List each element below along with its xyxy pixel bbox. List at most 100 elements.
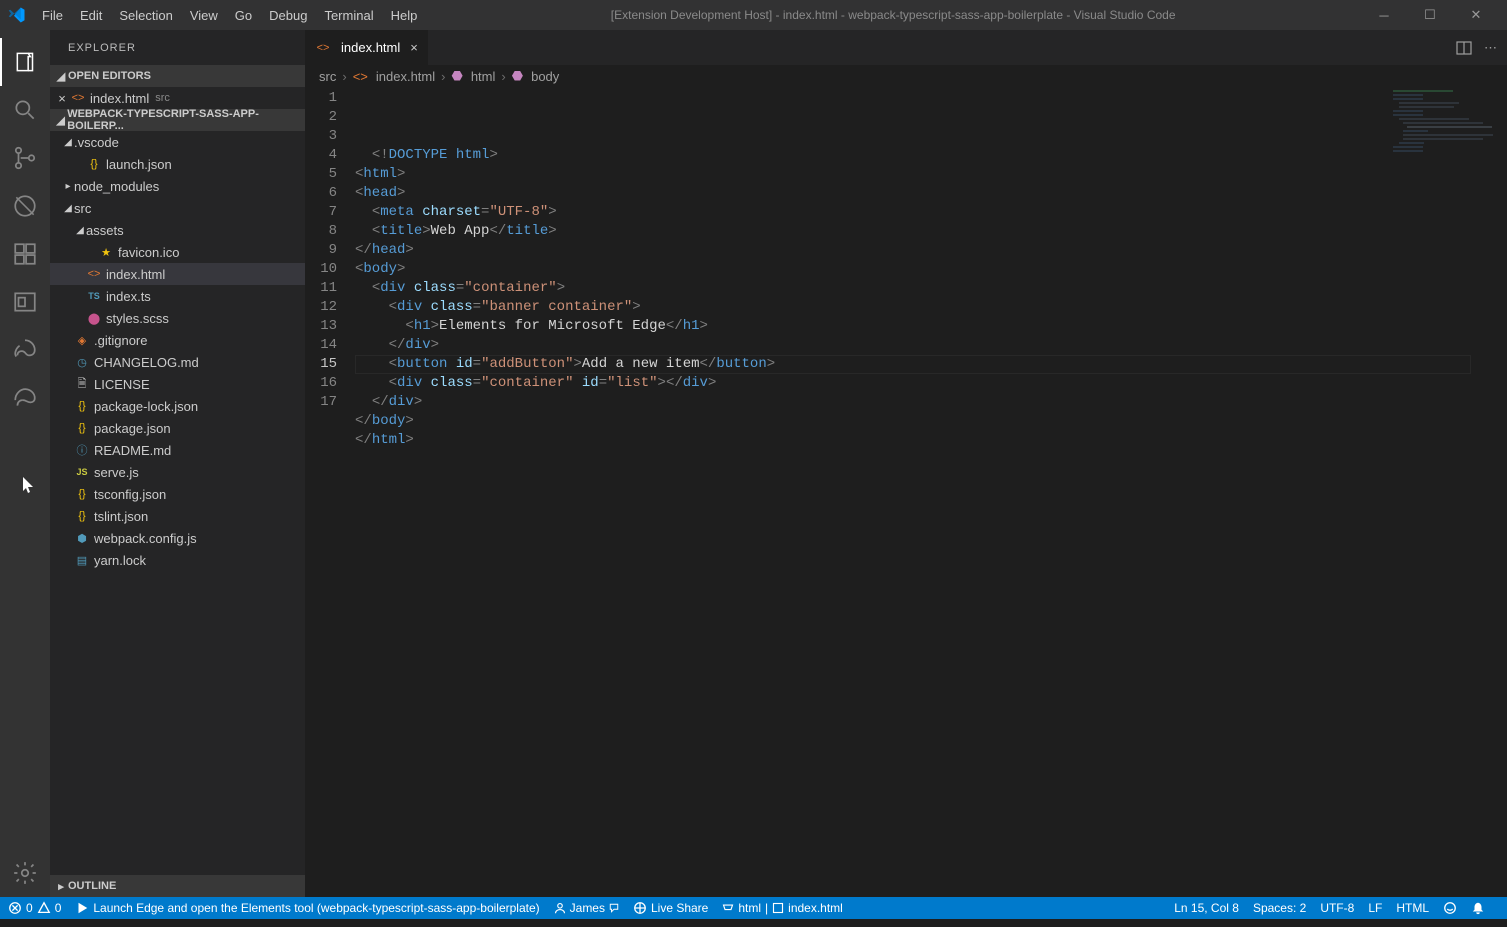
search-icon[interactable] [0,86,50,134]
file-item[interactable]: ⬢webpack.config.js [50,527,305,549]
notifications-icon[interactable] [1471,901,1485,915]
file-label: node_modules [74,179,159,194]
menu-edit[interactable]: Edit [72,4,110,27]
file-label: index.ts [106,289,151,304]
chevron-down-icon: ◢ [54,114,67,127]
html-file-icon: <> [70,92,86,104]
separator: | [765,901,768,915]
tab-index-html[interactable]: <> index.html × [305,30,429,65]
file-item[interactable]: ⬤styles.scss [50,307,305,329]
preview-icon[interactable] [0,278,50,326]
breadcrumb[interactable]: src › <> index.html › ⬣ html › ⬣ body [305,65,1507,87]
menu-terminal[interactable]: Terminal [316,4,381,27]
close-icon[interactable]: × [54,91,70,106]
minimize-button[interactable]: ─ [1361,0,1407,30]
minimap[interactable] [1393,90,1493,160]
status-errors[interactable]: 0 0 [8,901,61,915]
chevron-right-icon: › [441,69,445,84]
file-label: serve.js [94,465,139,480]
folder-item[interactable]: ◢src [50,197,305,219]
menu-view[interactable]: View [182,4,226,27]
status-lncol[interactable]: Ln 15, Col 8 [1174,901,1239,915]
extensions-icon[interactable] [0,230,50,278]
edge-icon[interactable] [0,374,50,422]
menu-file[interactable]: File [34,4,71,27]
editor-area: <> index.html × ⋯ src › <> index.html › … [305,30,1507,897]
breadcrumb-item[interactable]: html [471,69,496,84]
explorer-sidebar: EXPLORER ◢ OPEN EDITORS × <> index.html … [50,30,305,897]
status-spaces[interactable]: Spaces: 2 [1253,901,1306,915]
breadcrumb-item[interactable]: src [319,69,336,84]
tab-label: index.html [341,40,400,55]
chevron-down-icon: ◢ [54,70,68,83]
breadcrumb-item[interactable]: body [531,69,559,84]
file-item[interactable]: ⓘREADME.md [50,439,305,461]
file-item[interactable]: {}tsconfig.json [50,483,305,505]
close-icon[interactable]: × [410,40,418,55]
title-bar: File Edit Selection View Go Debug Termin… [0,0,1507,30]
split-editor-icon[interactable] [1456,40,1472,56]
menu-help[interactable]: Help [383,4,426,27]
debug-icon[interactable] [0,182,50,230]
project-label: WEBPACK-TYPESCRIPT-SASS-APP-BOILERP... [67,108,301,132]
file-item[interactable]: JSserve.js [50,461,305,483]
status-html-tag[interactable]: html | index.html [722,901,843,915]
file-label: LICENSE [94,377,150,392]
chevron-down-icon: ◢ [62,203,74,214]
more-actions-icon[interactable]: ⋯ [1484,40,1497,56]
file-item[interactable]: TSindex.ts [50,285,305,307]
errors-count: 0 [26,901,33,915]
folder-item[interactable]: ▸node_modules [50,175,305,197]
open-editor-item[interactable]: × <> index.html src [50,87,305,109]
status-lang[interactable]: HTML [1396,901,1429,915]
settings-icon[interactable] [0,849,50,897]
lang-tag-label: html [738,901,761,915]
file-item[interactable]: 🗎LICENSE [50,373,305,395]
chevron-right-icon: ▸ [54,880,68,893]
sidebar-title: EXPLORER [50,30,305,65]
activity-bar [0,30,50,897]
close-button[interactable]: ✕ [1453,0,1499,30]
warnings-count: 0 [55,901,62,915]
file-item[interactable]: {}tslint.json [50,505,305,527]
chevron-down-icon: ◢ [74,225,86,236]
file-item[interactable]: ◷CHANGELOG.md [50,351,305,373]
file-label: yarn.lock [94,553,146,568]
breadcrumb-item[interactable]: index.html [376,69,435,84]
status-encoding[interactable]: UTF-8 [1320,901,1354,915]
open-editors-header[interactable]: ◢ OPEN EDITORS [50,65,305,87]
edge-devtools-icon[interactable] [0,326,50,374]
file-item[interactable]: {}package-lock.json [50,395,305,417]
status-liveshare[interactable]: Live Share [633,901,708,915]
file-label: CHANGELOG.md [94,355,199,370]
file-item[interactable]: ★favicon.ico [50,241,305,263]
html-file-icon: <> [315,42,331,54]
file-label: src [74,201,91,216]
source-control-icon[interactable] [0,134,50,182]
status-eol[interactable]: LF [1368,901,1382,915]
file-item[interactable]: ▤yarn.lock [50,549,305,571]
tag-icon: ⬣ [512,68,523,84]
chevron-right-icon: ▸ [62,181,74,192]
menu-go[interactable]: Go [227,4,260,27]
file-item[interactable]: <>index.html [50,263,305,285]
menu-debug[interactable]: Debug [261,4,315,27]
status-launch[interactable]: Launch Edge and open the Elements tool (… [75,901,539,915]
file-item[interactable]: {}launch.json [50,153,305,175]
file-item[interactable]: ◈.gitignore [50,329,305,351]
maximize-button[interactable]: ☐ [1407,0,1453,30]
folder-item[interactable]: ◢assets [50,219,305,241]
outline-header[interactable]: ▸ OUTLINE [50,875,305,897]
file-tag-label: index.html [788,901,843,915]
file-item[interactable]: {}package.json [50,417,305,439]
project-header[interactable]: ◢ WEBPACK-TYPESCRIPT-SASS-APP-BOILERP... [50,109,305,131]
menu-selection[interactable]: Selection [111,4,180,27]
explorer-icon[interactable] [0,38,50,86]
feedback-icon[interactable] [1443,901,1457,915]
tabs-bar: <> index.html × ⋯ [305,30,1507,65]
code-editor[interactable]: 1234567891011121314151617 <!DOCTYPE html… [305,87,1507,897]
code-content[interactable]: <!DOCTYPE html><html><head> <meta charse… [355,87,1507,897]
status-user[interactable]: James [554,901,619,915]
folder-item[interactable]: ◢.vscode [50,131,305,153]
launch-label: Launch Edge and open the Elements tool (… [93,901,539,915]
